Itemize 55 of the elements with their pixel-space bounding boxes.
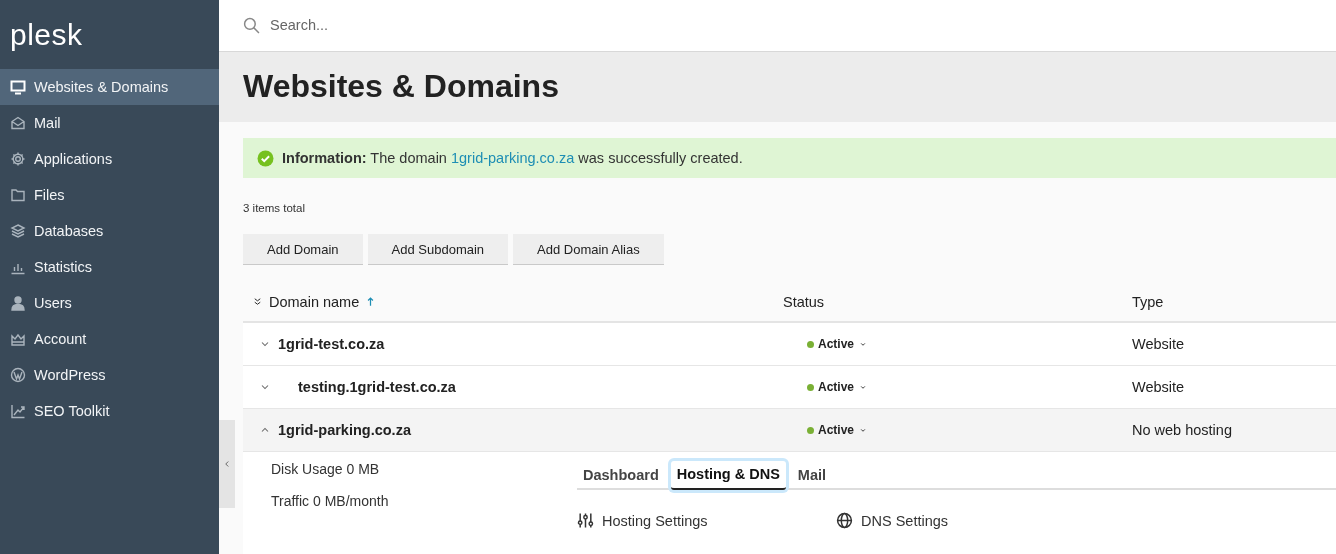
domain-type: No web hosting [1132, 422, 1232, 438]
domain-type: Website [1132, 336, 1185, 352]
growth-chart-icon [10, 403, 26, 419]
sidebar-item[interactable]: WordPress [0, 357, 219, 393]
add-button[interactable]: Add Subdomain [367, 234, 509, 264]
tab[interactable]: Dashboard [577, 461, 665, 490]
add-button[interactable]: Add Domain [243, 234, 363, 264]
check-circle-icon [257, 149, 274, 167]
info-message: Information: The domain 1grid-parking.co.za was successfully created. [282, 150, 743, 166]
envelope-icon [10, 115, 26, 131]
domain-name[interactable]: 1grid-test.co.za [278, 336, 385, 352]
sliders-icon [577, 512, 594, 529]
column-header[interactable]: Domain name [269, 293, 360, 310]
status-dot [807, 426, 814, 434]
column-header[interactable]: Type [1132, 293, 1164, 310]
page-title: Websites & Domains [243, 68, 559, 106]
search-field[interactable]: Search... [268, 16, 672, 35]
collapse-handle[interactable] [219, 420, 235, 508]
domain-type: Website [1132, 379, 1185, 395]
layers-icon [10, 223, 26, 239]
domain-name[interactable]: testing.1grid-test.co.za [298, 379, 456, 395]
gear-icon [10, 151, 26, 167]
settings-link[interactable]: DNS Settings [861, 512, 949, 529]
column-header[interactable]: Status [783, 293, 825, 310]
logo[interactable]: plesk [10, 17, 83, 52]
sidebar-item[interactable]: Databases [0, 213, 219, 249]
expand-all-icon [252, 296, 263, 307]
wordpress-icon [10, 367, 26, 383]
status-dropdown[interactable]: Active [818, 423, 855, 437]
tab[interactable]: Mail [791, 461, 833, 490]
status-dot [807, 383, 814, 391]
status-dropdown[interactable]: Active [818, 380, 855, 394]
search-icon [243, 16, 260, 34]
sidebar-item[interactable]: Users [0, 285, 219, 321]
user-icon [10, 295, 26, 311]
sidebar-item[interactable]: SEO Toolkit [0, 393, 219, 429]
tab[interactable]: Hosting & DNS [670, 461, 786, 490]
status-dot [807, 340, 814, 348]
sidebar-item[interactable]: Applications [0, 141, 219, 177]
usage-stat: Disk Usage 0 MB [271, 461, 381, 477]
folder-icon [10, 187, 26, 203]
items-count: 3 items total [243, 202, 306, 214]
sidebar-item[interactable]: Account [0, 321, 219, 357]
globe-icon [836, 512, 853, 529]
monitor-icon [10, 79, 26, 95]
crown-icon [10, 331, 26, 347]
settings-link[interactable]: Hosting Settings [602, 512, 708, 529]
sidebar-item[interactable]: Websites & Domains [0, 69, 219, 105]
status-dropdown[interactable]: Active [818, 337, 855, 351]
domain-name[interactable]: 1grid-parking.co.za [278, 422, 411, 438]
add-button[interactable]: Add Domain Alias [513, 234, 664, 264]
sidebar-item[interactable]: Statistics [0, 249, 219, 285]
usage-stat: Traffic 0 MB/month [271, 493, 390, 509]
sidebar-item[interactable]: Mail [0, 105, 219, 141]
sidebar-item[interactable]: Files [0, 177, 219, 213]
